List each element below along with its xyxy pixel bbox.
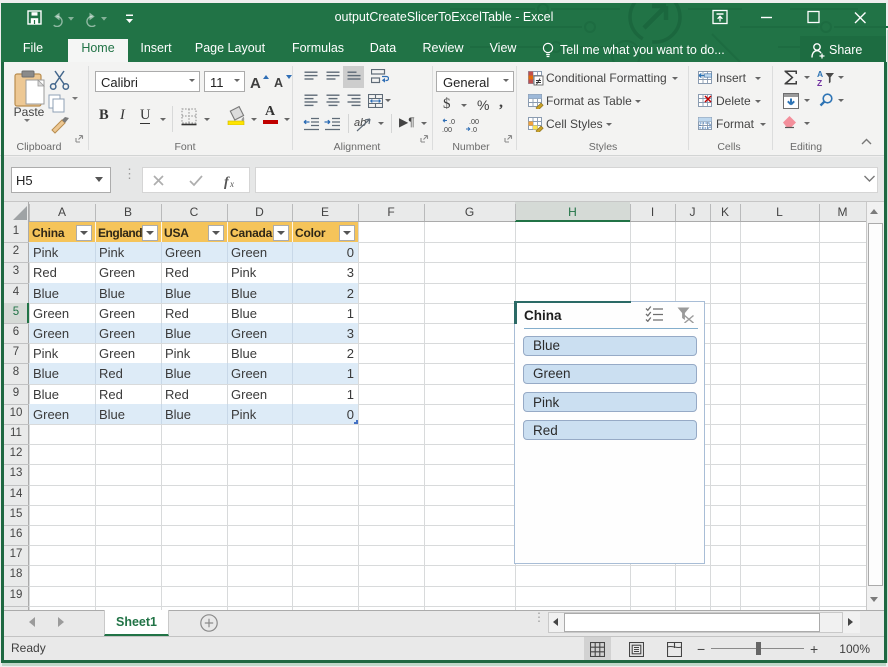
svg-text:x: x <box>229 179 234 189</box>
svg-text:.0: .0 <box>471 125 477 133</box>
svg-text:Z: Z <box>817 78 822 87</box>
svg-text:A: A <box>250 75 261 92</box>
svg-text:A: A <box>274 76 283 90</box>
svg-text:.00: .00 <box>442 125 452 133</box>
svg-text:ab: ab <box>354 117 366 129</box>
